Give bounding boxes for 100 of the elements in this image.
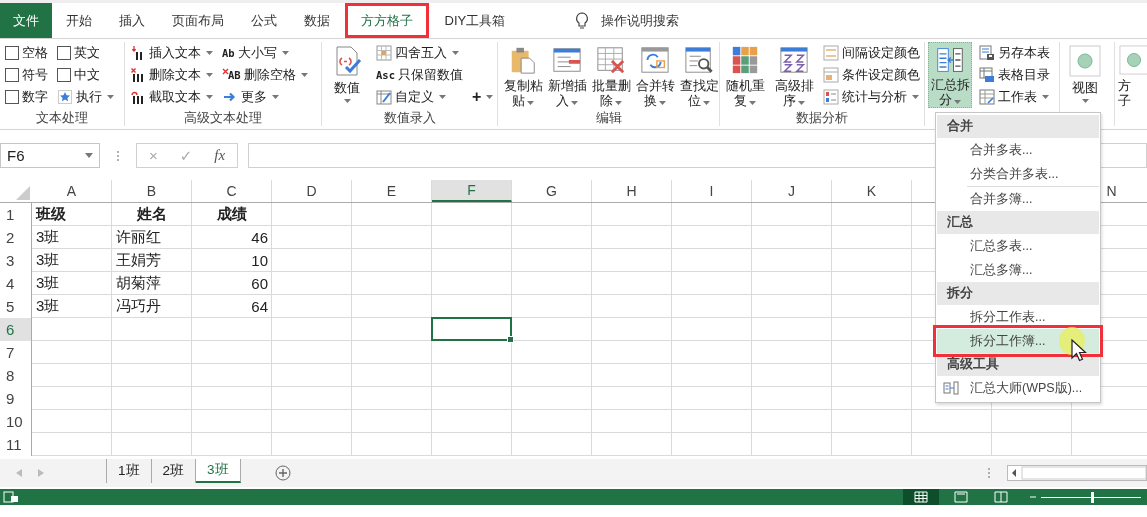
ribbon-tab[interactable]: 页面布局 bbox=[158, 3, 237, 38]
ribbon-button[interactable]: + bbox=[469, 86, 496, 108]
checkbox[interactable] bbox=[57, 68, 71, 82]
insert-row-icon bbox=[551, 45, 583, 75]
chart-table-icon bbox=[823, 89, 839, 105]
menu-item[interactable]: 合并多簿... bbox=[937, 187, 1099, 211]
ribbon-large-button[interactable]: 批量删除 bbox=[589, 42, 633, 108]
ribbon-button[interactable]: 工作表 bbox=[977, 86, 1052, 108]
ribbon-large-button[interactable]: 方子 bbox=[1118, 42, 1147, 108]
row-header[interactable]: 2 bbox=[0, 226, 32, 249]
ribbon-tab[interactable]: 开始 bbox=[52, 3, 105, 38]
menu-section-header: 汇总 bbox=[937, 211, 1099, 234]
ribbon-large-button[interactable]: 复制粘贴 bbox=[501, 42, 545, 108]
column-header[interactable]: H bbox=[592, 180, 672, 202]
sheet-tab[interactable]: 1班 bbox=[107, 459, 152, 483]
sort-table-icon bbox=[778, 45, 810, 75]
menu-item[interactable]: 分类合并多表... bbox=[937, 162, 1099, 186]
ribbon-tab[interactable]: 文件 bbox=[0, 3, 52, 38]
row-header[interactable]: 11 bbox=[0, 433, 32, 456]
horizontal-scrollbar[interactable] bbox=[1007, 465, 1147, 481]
sheet-tab[interactable]: 3班 bbox=[196, 459, 241, 483]
table-cell-text: 王娟芳 bbox=[115, 251, 162, 270]
normal-view-icon[interactable] bbox=[903, 489, 939, 505]
group-label: 编辑 bbox=[594, 110, 623, 126]
ribbon-large-button[interactable]: 查找定位 bbox=[677, 42, 719, 108]
ribbon-button[interactable]: Asc 只保留数值 bbox=[374, 64, 465, 86]
table-cell-text: 许丽红 bbox=[115, 228, 162, 247]
ribbon-button[interactable]: 四舍五入 bbox=[374, 42, 465, 64]
row-header[interactable]: 5 bbox=[0, 295, 32, 318]
row-header[interactable]: 9 bbox=[0, 387, 32, 410]
ribbon-button[interactable]: AB 删除空格 bbox=[220, 64, 310, 86]
column-header[interactable]: K bbox=[832, 180, 912, 202]
grid-icon bbox=[376, 45, 392, 61]
ribbon-large-button[interactable]: 合并转换 bbox=[633, 42, 677, 108]
menu-item[interactable]: 合并多表... bbox=[937, 138, 1099, 162]
menu-section-header: 高级工具 bbox=[937, 353, 1099, 376]
column-header[interactable]: A bbox=[32, 180, 112, 202]
checkbox[interactable] bbox=[5, 46, 19, 60]
ribbon-button[interactable]: 执行 bbox=[55, 86, 116, 108]
column-header[interactable]: F bbox=[432, 180, 512, 202]
ribbon-large-button[interactable]: 数值 bbox=[325, 42, 369, 108]
group-label: 高级文本处理 bbox=[183, 110, 263, 126]
checkbox-label: 符号 bbox=[22, 66, 48, 84]
add-sheet-icon[interactable] bbox=[274, 465, 291, 481]
table-cell-text: 姓名 bbox=[136, 205, 168, 224]
split-lists-icon bbox=[934, 46, 966, 74]
tell-me-search[interactable]: 操作说明搜索 bbox=[600, 3, 679, 38]
column-header[interactable]: J bbox=[752, 180, 832, 202]
checkbox[interactable] bbox=[5, 90, 19, 104]
ribbon-tab[interactable]: 方方格子 bbox=[345, 3, 429, 38]
ribbon-button[interactable]: 统计与分析 bbox=[821, 86, 922, 108]
ribbon-tab[interactable]: 插入 bbox=[105, 3, 158, 38]
menu-item[interactable]: 汇总大师(WPS版)... bbox=[937, 376, 1099, 400]
ribbon-large-button[interactable]: 汇总拆分 bbox=[928, 42, 972, 108]
name-box[interactable]: F6 bbox=[0, 143, 100, 168]
ribbon-button[interactable]: 间隔设定颜色 bbox=[821, 42, 922, 64]
ribbon-tab[interactable]: DIY工具箱 bbox=[431, 3, 519, 38]
ribbon-button[interactable]: Ab 大小写 bbox=[220, 42, 310, 64]
ribbon-button[interactable]: 插入文本 bbox=[128, 42, 215, 64]
row-header[interactable]: 10 bbox=[0, 410, 32, 433]
column-header[interactable]: G bbox=[512, 180, 592, 202]
menu-item[interactable]: 汇总多表... bbox=[937, 234, 1099, 258]
row-header[interactable]: 4 bbox=[0, 272, 32, 295]
column-header[interactable]: I bbox=[672, 180, 752, 202]
ribbon-button[interactable]: 另存本表 bbox=[977, 42, 1052, 64]
menu-item[interactable]: 汇总多簿... bbox=[937, 258, 1099, 282]
save-table-icon bbox=[979, 45, 995, 61]
ribbon-large-button[interactable]: 高级排序 bbox=[772, 42, 816, 108]
letters-icon: Asc bbox=[376, 69, 395, 81]
row-header[interactable]: 7 bbox=[0, 341, 32, 364]
table-cell-text: 成绩 bbox=[216, 205, 248, 224]
ribbon-button[interactable]: 表格目录 bbox=[977, 64, 1052, 86]
checkbox[interactable] bbox=[5, 68, 19, 82]
active-cell-frame[interactable] bbox=[431, 317, 512, 341]
ribbon-tab[interactable]: 数据 bbox=[290, 3, 343, 38]
magnifier-icon bbox=[683, 45, 715, 75]
column-header[interactable]: D bbox=[272, 180, 352, 202]
ribbon-button[interactable]: 更多 bbox=[220, 86, 310, 108]
ribbon-button[interactable]: 截取文本 bbox=[128, 86, 215, 108]
delete-table-icon bbox=[595, 45, 627, 75]
row-header[interactable]: 3 bbox=[0, 249, 32, 272]
row-header[interactable]: 8 bbox=[0, 364, 32, 387]
ribbon-button[interactable]: 条件设定颜色 bbox=[821, 64, 922, 86]
star-icon bbox=[57, 89, 73, 105]
menu-item[interactable]: 拆分工作表... bbox=[937, 305, 1099, 329]
column-header[interactable]: B bbox=[112, 180, 192, 202]
row-header[interactable]: 6 bbox=[0, 318, 32, 341]
checkbox[interactable] bbox=[57, 46, 71, 60]
zoom-thumb[interactable] bbox=[1091, 491, 1094, 503]
row-header[interactable]: 1 bbox=[0, 203, 32, 226]
ribbon-large-button[interactable]: 随机重复 bbox=[723, 42, 767, 108]
menu-section-header: 拆分 bbox=[937, 282, 1099, 305]
ribbon-button[interactable]: 自定义 bbox=[374, 86, 465, 108]
insert-function-button[interactable]: fx bbox=[214, 147, 226, 164]
macro-record-icon[interactable] bbox=[3, 491, 19, 503]
ribbon-tab[interactable]: 公式 bbox=[237, 3, 290, 38]
ribbon-large-button[interactable]: 视图 bbox=[1063, 42, 1107, 108]
ribbon-large-button[interactable]: 新增插入 bbox=[545, 42, 589, 108]
ribbon-button[interactable]: 删除文本 bbox=[128, 64, 215, 86]
column-header[interactable]: C bbox=[192, 180, 272, 202]
